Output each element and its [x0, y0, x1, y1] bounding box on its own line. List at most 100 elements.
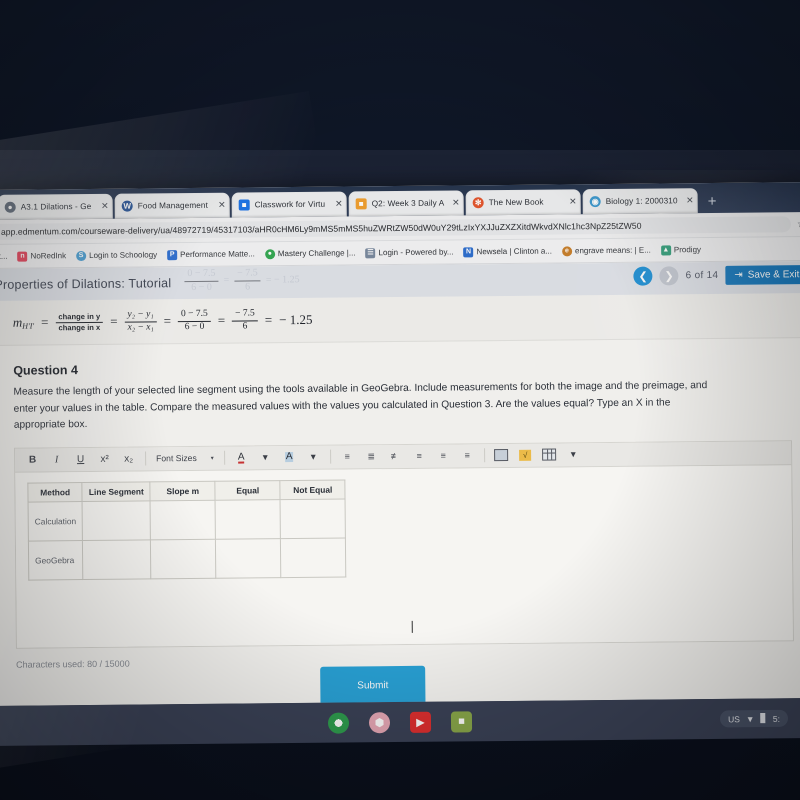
align-left-button[interactable]: ≡ [408, 447, 431, 465]
page-title: Properties of Dilations: Tutorial [0, 276, 172, 292]
align-right-button[interactable]: ≡ [456, 446, 479, 464]
fraction-y2y1-over-x2x1: y₂ − y₁ x₂ − x₁ [124, 309, 157, 333]
insert-table-button[interactable] [538, 446, 561, 464]
bookmark-item[interactable]: ☰ Login - Powered by... [361, 247, 457, 258]
browser-tab[interactable]: ● A3.1 Dilations - Ge ✕ [0, 193, 113, 220]
schoology-icon: S [76, 250, 87, 261]
answer-table[interactable]: Method Line Segment Slope m Equal Not Eq… [27, 479, 347, 580]
bullet-list-button[interactable]: ≡ [336, 447, 359, 465]
scrolled-formula-ghost: 0 − 7.5 6 − 0 = − 7.5 6 = − 1.25 [184, 267, 300, 293]
highlight-color-icon: A [284, 451, 294, 463]
table-row: GeoGebra [28, 537, 347, 580]
browser-tab[interactable]: ◉ Biology 1: 2000310 ✕ [582, 188, 698, 215]
underline-button[interactable]: U [69, 450, 92, 468]
bookmark-item[interactable]: ▲ Prodigy [657, 244, 705, 255]
equals-sign-3: = [163, 313, 172, 329]
ghost-den: 6 − 0 [191, 281, 212, 293]
bookmark-item[interactable]: n NoRedInk [13, 251, 70, 262]
bookmark-item[interactable]: e engrave means: | E... [558, 245, 655, 256]
bookmark-label: Prodigy [673, 245, 702, 255]
fraction-numerator: change in y [55, 311, 104, 323]
table-cell[interactable] [150, 499, 216, 540]
font-size-dropdown[interactable]: Font Sizes ▾ [151, 449, 219, 467]
tab-title: Classwork for Virtu [254, 199, 326, 210]
bookmark-item[interactable]: S Login to Schoology [72, 250, 161, 261]
tab-close-icon[interactable]: ✕ [684, 195, 694, 206]
bookmark-item[interactable]: ● Mastery Challenge |... [261, 248, 360, 259]
table-cell[interactable] [280, 537, 347, 578]
insert-image-button[interactable] [490, 446, 513, 464]
toolbar-separator [223, 450, 225, 465]
table-cell[interactable] [280, 498, 346, 539]
text-color-caret[interactable]: ▾ [254, 448, 277, 466]
numbered-list-icon: ≣ [367, 450, 376, 461]
text-color-button[interactable]: A [230, 448, 253, 466]
table-cell[interactable] [82, 500, 151, 541]
question-line-1: Measure the length of your selected line… [13, 380, 640, 398]
files-icon[interactable]: ⬢ [368, 711, 391, 733]
mastery-challenge-icon: ● [264, 248, 275, 259]
browser-tab[interactable]: ✻ The New Book ✕ [465, 189, 581, 216]
equation-icon: √ [519, 449, 532, 461]
engrave-icon: e [561, 245, 573, 256]
classroom-icon: ■ [238, 199, 250, 211]
bookmark-item[interactable]: nt... [0, 252, 12, 261]
tab-close-icon[interactable]: ✕ [450, 197, 460, 208]
page-counter: 6 of 14 [685, 269, 719, 282]
browser-tab[interactable]: ■ Classwork for Virtu ✕ [231, 191, 347, 218]
question-block: Question 4 Measure the length of your se… [0, 338, 800, 435]
address-bar[interactable]: app.edmentum.com/courseware-delivery/ua/… [0, 216, 792, 240]
question-heading: Question 4 [13, 363, 78, 378]
formula-lhs-subscript: H'I' [22, 321, 35, 331]
chevron-down-icon: ▾ [210, 455, 214, 462]
superscript-button[interactable]: x² [93, 450, 116, 468]
italic-button[interactable]: I [45, 450, 68, 468]
tab-title: Food Management [137, 200, 208, 211]
table-row: Calculation [28, 498, 346, 541]
insert-table-caret[interactable]: ▾ [562, 445, 585, 463]
outdent-button[interactable]: ≢ [384, 447, 407, 465]
highlight-color-button[interactable]: A [278, 448, 301, 466]
tab-close-icon[interactable]: ✕ [99, 201, 109, 212]
tab-close-icon[interactable]: ✕ [567, 196, 577, 207]
table-cell[interactable] [150, 538, 217, 579]
contacts-icon[interactable]: ■ [450, 710, 473, 733]
word-icon: W [121, 200, 133, 212]
browser-tab[interactable]: W Food Management ✕ [114, 192, 230, 219]
align-center-button[interactable]: ≡ [432, 447, 455, 465]
subscript-button[interactable]: x₂ [117, 450, 140, 468]
ghost-num2: − 7.5 [234, 267, 261, 282]
tab-title: Biology 1: 2000310 [605, 196, 678, 207]
bookmark-label: Newsela | Clinton a... [476, 246, 553, 257]
editor-body[interactable]: Method Line Segment Slope m Equal Not Eq… [15, 464, 793, 648]
next-page-button[interactable]: ❯ [659, 266, 679, 286]
table-cell[interactable] [215, 499, 281, 539]
bookmark-label: nt... [0, 251, 8, 261]
bold-button[interactable]: B [21, 450, 44, 468]
bookmark-item[interactable]: N Newsela | Clinton a... [459, 246, 556, 257]
tab-close-icon[interactable]: ✕ [333, 199, 343, 210]
clock-label: 5: [772, 713, 781, 724]
ghost-den2: 6 [245, 280, 251, 292]
bookmark-item[interactable]: P Performance Matte... [163, 249, 259, 260]
insert-equation-button[interactable]: √ [514, 446, 537, 464]
highlight-color-caret[interactable]: ▾ [302, 448, 325, 466]
submit-button[interactable]: Submit [320, 665, 426, 706]
wifi-icon: ▼ [745, 713, 755, 724]
save-and-exit-button[interactable]: ⇥ Save & Exit [725, 265, 800, 285]
numbered-list-button[interactable]: ≣ [360, 447, 383, 465]
table-cell[interactable] [82, 539, 152, 580]
prev-page-button[interactable]: ❮ [633, 266, 653, 286]
align-left-icon: ≡ [416, 450, 422, 461]
fraction-denominator: change in x [58, 322, 101, 332]
noredink-icon: n [17, 251, 28, 262]
tab-close-icon[interactable]: ✕ [216, 200, 226, 211]
globe-icon: ● [4, 201, 16, 213]
system-tray[interactable]: US ▼ ▊ 5: [720, 709, 789, 728]
new-tab-button[interactable]: + [708, 193, 717, 210]
table-cell[interactable] [215, 538, 282, 578]
youtube-icon[interactable]: ▶ [409, 711, 432, 733]
toolbar-separator [329, 449, 331, 464]
chrome-icon[interactable] [327, 711, 350, 734]
browser-tab[interactable]: ■ Q2: Week 3 Daily A ✕ [348, 190, 464, 217]
